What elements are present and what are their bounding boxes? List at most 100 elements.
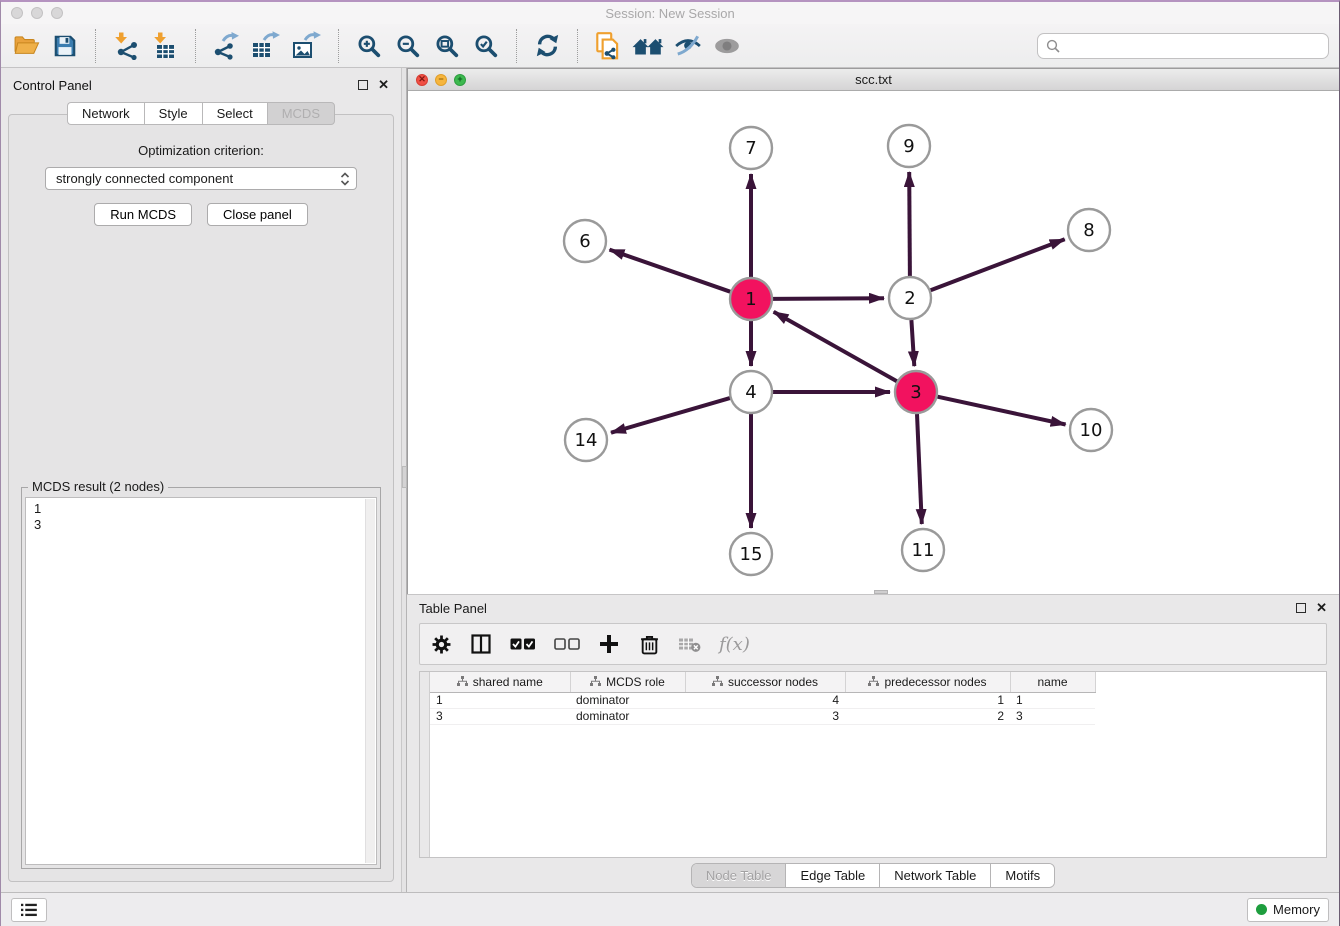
- node-8[interactable]: 8: [1068, 209, 1110, 251]
- mcds-tab-content: Optimization criterion: strongly connect…: [8, 114, 394, 882]
- svg-text:14: 14: [575, 430, 598, 451]
- export-image-icon[interactable]: [291, 29, 323, 63]
- edge-3-1[interactable]: [774, 312, 897, 381]
- network-close-button[interactable]: ✕: [416, 74, 428, 86]
- edge-2-3[interactable]: [911, 320, 914, 366]
- column-header-MCDS-role[interactable]: MCDS role: [570, 672, 685, 692]
- first-neighbors-icon[interactable]: [632, 29, 664, 63]
- network-window-titlebar: ✕ − + scc.txt: [408, 69, 1339, 91]
- table-row[interactable]: 1dominator411: [430, 692, 1095, 708]
- export-table-icon[interactable]: [250, 29, 282, 63]
- toggle-panes-icon[interactable]: [470, 631, 492, 657]
- open-file-icon[interactable]: [11, 29, 41, 63]
- edge-2-8[interactable]: [931, 239, 1065, 290]
- criterion-dropdown[interactable]: strongly connected component: [45, 167, 357, 190]
- table-panel-title: Table Panel: [419, 601, 1296, 616]
- result-scrollbar[interactable]: [365, 499, 375, 863]
- status-bar: Memory: [1, 892, 1339, 926]
- close-table-panel-icon[interactable]: ✕: [1316, 603, 1327, 613]
- import-network-icon[interactable]: [111, 29, 141, 63]
- network-zoom-button[interactable]: +: [454, 74, 466, 86]
- import-table-icon[interactable]: [150, 29, 180, 63]
- node-9[interactable]: 9: [888, 125, 930, 167]
- run-mcds-button[interactable]: Run MCDS: [94, 203, 192, 226]
- edge-1-6[interactable]: [610, 250, 731, 292]
- network-canvas[interactable]: 7 9 6 8 1 2 4 3 14 10 15 11: [408, 91, 1339, 594]
- node-1[interactable]: 1: [730, 278, 772, 320]
- hide-selected-icon[interactable]: [673, 29, 703, 63]
- node-3[interactable]: 3: [895, 371, 937, 413]
- delete-table-icon: [678, 631, 701, 657]
- tab-edge-table[interactable]: Edge Table: [786, 864, 880, 887]
- column-header-shared-name[interactable]: shared name: [430, 672, 570, 692]
- result-item[interactable]: 3: [34, 517, 368, 533]
- svg-text:9: 9: [903, 136, 914, 157]
- tab-motifs[interactable]: Motifs: [991, 864, 1054, 887]
- tab-style[interactable]: Style: [144, 102, 202, 125]
- network-minimize-button[interactable]: −: [435, 74, 447, 86]
- table-toolbar: f(x): [419, 623, 1327, 665]
- search-input[interactable]: [1065, 38, 1320, 53]
- main-toolbar: [1, 24, 1339, 68]
- network-view-window: ✕ − + scc.txt 7 9 6 8 1 2 4 3 14 10 15 11: [407, 68, 1339, 594]
- table-row[interactable]: 3dominator323: [430, 708, 1095, 724]
- node-10[interactable]: 10: [1070, 409, 1112, 451]
- criterion-selected-value: strongly connected component: [56, 171, 340, 186]
- show-all-icon: [712, 29, 742, 63]
- save-session-icon[interactable]: [50, 29, 80, 63]
- edge-2-9[interactable]: [909, 172, 910, 276]
- svg-text:2: 2: [904, 288, 915, 309]
- control-panel: Control Panel ✕ NetworkStyleSelectMCDS O…: [1, 68, 401, 892]
- node-4[interactable]: 4: [730, 371, 772, 413]
- close-panel-icon[interactable]: ✕: [378, 80, 389, 90]
- memory-button[interactable]: Memory: [1247, 898, 1329, 922]
- mcds-result-list[interactable]: 13: [25, 497, 377, 865]
- tab-mcds[interactable]: MCDS: [267, 102, 335, 125]
- svg-text:11: 11: [912, 540, 935, 561]
- zoom-selected-icon[interactable]: [471, 29, 501, 63]
- node-11[interactable]: 11: [902, 529, 944, 571]
- tab-network-table[interactable]: Network Table: [880, 864, 991, 887]
- close-panel-button[interactable]: Close panel: [207, 203, 308, 226]
- svg-text:4: 4: [745, 382, 756, 403]
- table-tabs: Node TableEdge TableNetwork TableMotifs: [691, 863, 1055, 888]
- deselect-all-icon[interactable]: [554, 631, 580, 657]
- toolbar-separator: [577, 29, 578, 63]
- network-resize-handle[interactable]: [874, 590, 888, 594]
- svg-text:1: 1: [745, 289, 756, 310]
- export-network-icon[interactable]: [211, 29, 241, 63]
- column-header-predecessor-nodes[interactable]: predecessor nodes: [845, 672, 1010, 692]
- refresh-icon[interactable]: [532, 29, 562, 63]
- search-box[interactable]: [1037, 33, 1329, 59]
- task-history-button[interactable]: [11, 898, 47, 922]
- zoom-out-icon[interactable]: [393, 29, 423, 63]
- add-column-icon[interactable]: [598, 631, 620, 657]
- settings-gear-icon[interactable]: [430, 631, 452, 657]
- tab-select[interactable]: Select: [202, 102, 267, 125]
- node-14[interactable]: 14: [565, 419, 607, 461]
- svg-text:3: 3: [910, 382, 921, 403]
- column-header-name[interactable]: name: [1010, 672, 1095, 692]
- clone-network-icon[interactable]: [593, 29, 623, 63]
- tab-network[interactable]: Network: [67, 102, 144, 125]
- node-2[interactable]: 2: [889, 277, 931, 319]
- edge-3-10[interactable]: [938, 397, 1066, 425]
- node-7[interactable]: 7: [730, 127, 772, 169]
- dropdown-chevrons-icon: [340, 171, 350, 187]
- float-table-panel-icon[interactable]: [1296, 603, 1306, 613]
- edge-3-11[interactable]: [917, 414, 922, 524]
- delete-column-icon[interactable]: [638, 631, 660, 657]
- column-header-successor-nodes[interactable]: successor nodes: [685, 672, 845, 692]
- svg-text:15: 15: [740, 544, 763, 565]
- zoom-fit-icon[interactable]: [432, 29, 462, 63]
- float-panel-icon[interactable]: [358, 80, 368, 90]
- edge-4-14[interactable]: [611, 398, 730, 433]
- node-15[interactable]: 15: [730, 533, 772, 575]
- tab-node-table[interactable]: Node Table: [692, 864, 787, 887]
- result-item[interactable]: 1: [34, 501, 368, 517]
- toolbar-separator: [516, 29, 517, 63]
- select-all-icon[interactable]: [510, 631, 536, 657]
- edge-1-2[interactable]: [773, 298, 884, 299]
- zoom-in-icon[interactable]: [354, 29, 384, 63]
- node-6[interactable]: 6: [564, 220, 606, 262]
